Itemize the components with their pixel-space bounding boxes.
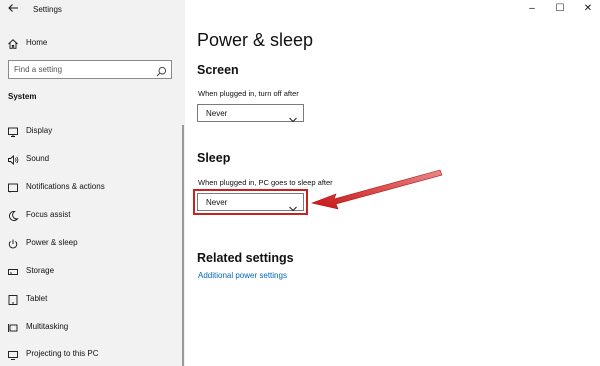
search-input[interactable] [9,61,155,78]
maximize-button[interactable]: ☐ [550,2,570,16]
search-box[interactable] [8,60,172,79]
sleep-timeout-label: When plugged in, PC goes to sleep after [198,178,333,187]
sidebar-item-label: Multitasking [26,322,69,331]
page-title: Power & sleep [197,30,314,50]
sidebar-item-label: Storage [26,266,55,275]
speaker-icon [7,153,19,165]
home-icon [7,37,19,49]
sidebar-item-display[interactable]: Display [0,122,185,140]
additional-power-settings-link[interactable]: Additional power settings [198,271,287,280]
sidebar-item-label: Focus assist [26,210,71,219]
titlebar-left: Settings [0,0,185,20]
chevron-down-icon [289,110,297,123]
sidebar-item-label: Home [26,38,48,47]
projector-icon [7,348,19,360]
section-label: System [8,92,37,101]
multitasking-icon [7,321,19,333]
dropdown-value: Never [206,109,228,118]
app-title: Settings [33,5,62,14]
sidebar-item-label: Notifications & actions [26,182,105,191]
sidebar-item-label: Sound [26,154,50,163]
sidebar-item-projecting[interactable]: Projecting to this PC [0,345,185,363]
moon-icon [7,209,19,221]
related-settings-heading: Related settings [197,251,294,265]
minimize-button[interactable]: – [522,2,542,16]
sidebar-item-label: Power & sleep [26,238,78,247]
screen-heading: Screen [197,63,239,77]
sidebar-item-label: Tablet [26,294,48,303]
sidebar-item-home[interactable]: Home [0,35,185,51]
sidebar-item-multitasking[interactable]: Multitasking [0,318,185,336]
sleep-timeout-dropdown[interactable]: Never [197,193,304,212]
sidebar-item-label: Projecting to this PC [26,349,99,358]
sidebar-item-focus-assist[interactable]: Focus assist [0,206,185,224]
sidebar-item-notifications[interactable]: Notifications & actions [0,178,185,196]
sidebar-scrollbar[interactable] [182,125,184,366]
sidebar-item-tablet[interactable]: Tablet [0,290,185,308]
back-arrow-icon[interactable] [6,2,20,16]
screen-timeout-dropdown[interactable]: Never [197,104,304,123]
monitor-icon [7,125,19,137]
sleep-heading: Sleep [197,151,231,165]
close-button[interactable]: ✕ [578,2,598,16]
sidebar-item-storage[interactable]: Storage [0,262,185,280]
sidebar: Settings Home System Display Sound Notif… [0,0,185,366]
sidebar-item-power-sleep[interactable]: Power & sleep [0,234,185,252]
power-icon [7,237,19,249]
storage-icon [7,265,19,277]
tablet-icon [7,293,19,305]
dropdown-value: Never [206,198,228,207]
sidebar-item-sound[interactable]: Sound [0,150,185,168]
notification-icon [7,181,19,193]
search-icon[interactable] [156,64,167,77]
chevron-down-icon [289,199,297,212]
screen-timeout-label: When plugged in, turn off after [198,89,299,98]
sidebar-item-label: Display [26,126,53,135]
